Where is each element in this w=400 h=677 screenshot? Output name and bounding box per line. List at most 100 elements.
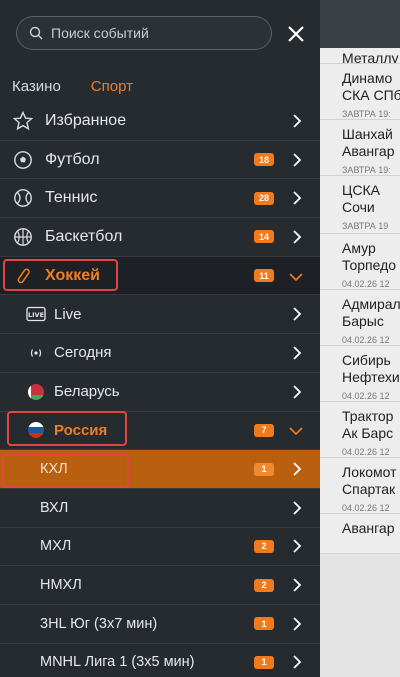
background-event-card: ЦСКА Сочи ЗАВТРА 19 xyxy=(320,176,400,234)
event-team: Локомот xyxy=(342,464,397,480)
count-badge: 7 xyxy=(254,423,274,437)
menu-item-today[interactable]: Сегодня xyxy=(0,334,320,373)
event-time: ЗАВТРА 19: xyxy=(342,165,391,175)
event-team: Трактор xyxy=(342,408,394,424)
count-badge: 2 xyxy=(254,578,274,592)
close-icon[interactable] xyxy=(286,24,306,44)
chevron-right-icon xyxy=(293,230,302,244)
menu-item-3hl-south[interactable]: 3HL Юг (3x7 мин) 1 xyxy=(0,605,320,644)
chevron-down-icon xyxy=(289,273,303,281)
event-team: Авангар xyxy=(342,143,395,159)
basketball-icon xyxy=(12,226,34,248)
event-team: Динамо xyxy=(342,70,393,86)
count-badge: 2 xyxy=(254,539,274,553)
menu-item-mhl[interactable]: МХЛ 2 xyxy=(0,528,320,567)
event-time: 04.02.26 12 xyxy=(342,391,390,401)
menu-item-label: MNHL Лига 1 (3x5 мин) xyxy=(40,654,195,671)
menu-item-belarus[interactable]: Беларусь xyxy=(0,373,320,412)
star-icon xyxy=(12,110,34,132)
section-tabs: Казино Спорт xyxy=(0,70,320,102)
menu-item-label: Избранное xyxy=(45,111,127,129)
chevron-right-icon xyxy=(293,385,302,399)
chevron-right-icon xyxy=(293,307,302,321)
count-badge: 1 xyxy=(254,462,274,476)
menu-item-russia[interactable]: Россия 7 xyxy=(0,412,320,451)
broadcast-icon xyxy=(26,342,46,364)
menu-item-khl[interactable]: КХЛ 1 xyxy=(0,450,320,489)
menu-item-label: Баскетбол xyxy=(45,227,123,245)
background-event-card: Трактор Ак Барс 04.02.26 12 xyxy=(320,402,400,458)
menu-item-label: 3HL Юг (3x7 мин) xyxy=(40,615,158,632)
menu-item-mnhl-league1[interactable]: MNHL Лига 1 (3x5 мин) 1 xyxy=(0,644,320,677)
background-event-card: Амур Торпедо 04.02.26 12 xyxy=(320,234,400,290)
belarus-flag-icon xyxy=(26,381,46,403)
menu-item-live[interactable]: LIVE Live xyxy=(0,295,320,335)
menu-item-favorites[interactable]: Избранное xyxy=(0,102,320,141)
event-team: Металлу xyxy=(342,50,399,64)
chevron-right-icon xyxy=(293,152,302,167)
search-row xyxy=(0,0,320,70)
event-team: Торпедо xyxy=(342,257,397,273)
background-event-card: Локомот Спартак 04.02.26 12 xyxy=(320,458,400,514)
count-badge: 11 xyxy=(254,269,274,283)
menu-item-nmhl[interactable]: НМХЛ 2 xyxy=(0,566,320,605)
soccer-ball-icon xyxy=(12,149,34,171)
event-team: Спартак xyxy=(342,481,396,497)
event-team: Сибирь xyxy=(342,352,391,368)
event-team: Сочи xyxy=(342,199,375,215)
chevron-right-icon xyxy=(293,191,302,205)
side-drawer: Казино Спорт Избранное Футбол 18 Теннис … xyxy=(0,0,320,677)
event-team: ЦСКА xyxy=(342,182,380,198)
menu-item-basketball[interactable]: Баскетбол 14 xyxy=(0,218,320,257)
background-event-card: МеталлуЗАВТРА 19: xyxy=(320,48,400,64)
event-time: 04.02.26 12 xyxy=(342,447,390,457)
tab-sport[interactable]: Спорт xyxy=(91,78,133,95)
chevron-right-icon xyxy=(293,501,302,515)
menu-item-label: КХЛ xyxy=(40,461,68,478)
chevron-right-icon xyxy=(293,578,302,592)
event-time: 04.02.26 12 xyxy=(342,335,390,345)
menu-item-label: Россия xyxy=(54,421,108,439)
count-badge: 28 xyxy=(254,191,274,205)
event-team: Ак Барс xyxy=(342,425,394,441)
event-team: Адмирал xyxy=(342,296,400,312)
live-icon: LIVE xyxy=(26,303,46,325)
background-event-card: Авангар xyxy=(320,514,400,554)
chevron-right-icon xyxy=(293,346,302,360)
event-team: Авангар xyxy=(342,520,395,536)
tab-casino[interactable]: Казино xyxy=(12,78,61,95)
event-team: Шанхай xyxy=(342,126,393,142)
count-badge: 14 xyxy=(254,230,274,244)
count-badge: 18 xyxy=(254,153,274,167)
menu-item-label: Теннис xyxy=(45,189,98,207)
chevron-right-icon xyxy=(293,617,302,631)
search-input[interactable] xyxy=(51,25,251,41)
menu-item-football[interactable]: Футбол 18 xyxy=(0,141,320,180)
event-time: ЗАВТРА 19: xyxy=(342,109,391,119)
event-time: 04.02.26 12 xyxy=(342,503,390,513)
menu-item-label: ВХЛ xyxy=(40,499,69,516)
chevron-right-icon xyxy=(293,655,302,670)
chevron-down-icon xyxy=(289,427,303,436)
tennis-ball-icon xyxy=(12,187,34,209)
count-badge: 1 xyxy=(254,617,274,631)
event-team: Нефтехи xyxy=(342,369,400,385)
search-box[interactable] xyxy=(16,16,272,50)
menu-item-label: Хоккей xyxy=(45,266,100,284)
menu-item-label: Сегодня xyxy=(54,344,112,362)
background-event-list: МеталлуЗАВТРА 19:ДинамоСКА СПбЗАВТРА 19:… xyxy=(320,48,400,554)
menu-item-vhl[interactable]: ВХЛ xyxy=(0,489,320,528)
menu-item-label: МХЛ xyxy=(40,538,72,555)
menu-item-tennis[interactable]: Теннис 28 xyxy=(0,179,320,219)
search-icon xyxy=(29,26,43,40)
event-team: Барыс xyxy=(342,313,384,329)
event-team: СКА СПб xyxy=(342,87,400,103)
background-event-card: Динамо СКА СПб ЗАВТРА 19: xyxy=(320,64,400,120)
event-team: Амур xyxy=(342,240,376,256)
chevron-right-icon xyxy=(293,462,302,476)
count-badge: 1 xyxy=(254,655,274,669)
background-event-card: Сибирь Нефтехи 04.02.26 12 xyxy=(320,346,400,402)
menu-item-hockey[interactable]: Хоккей 11 xyxy=(0,256,320,296)
menu-item-label: Live xyxy=(54,305,82,323)
event-time: ЗАВТРА 19 xyxy=(342,221,389,231)
